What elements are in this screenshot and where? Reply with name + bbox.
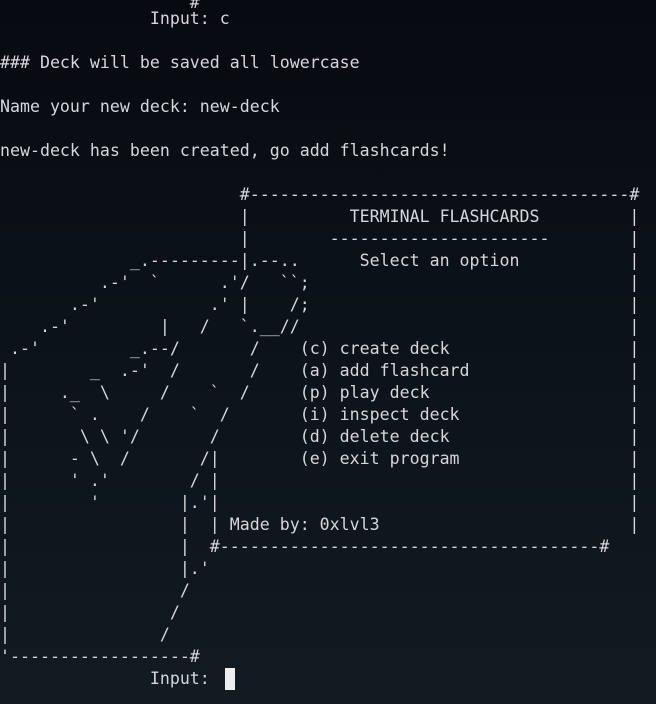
terminal-line: | ' .' / | |: [0, 471, 640, 490]
terminal-line: | ---------------------- |: [0, 229, 640, 248]
menu-title: | TERMINAL FLASHCARDS |: [0, 207, 640, 226]
text-cursor[interactable]: [225, 668, 235, 690]
terminal-line: | |.': [0, 559, 210, 578]
menu-border-top: #--------------------------------------#: [0, 185, 640, 204]
terminal-line: .-' .' | /; |: [0, 295, 640, 314]
menu-option-play-deck: | ._ \ / ` / (p) play deck |: [0, 383, 640, 402]
input-prompt[interactable]: Input:: [0, 668, 220, 690]
terminal-line: .-' ` .'/ ``; |: [0, 273, 640, 292]
terminal-line: .-' | / `.__// |: [0, 317, 640, 336]
menu-option-create-deck: .-' _.--/ / (c) create deck |: [0, 339, 640, 358]
terminal-line: Name your new deck: new-deck: [0, 97, 280, 116]
terminal-line: | /: [0, 625, 170, 644]
terminal-line: | /: [0, 603, 180, 622]
menu-option-inspect-deck: | ` . / ` / (i) inspect deck |: [0, 405, 640, 424]
terminal-line: | ' |.'| |: [0, 493, 640, 512]
terminal-line: _.---------|.--.. Select an option |: [0, 251, 640, 270]
menu-option-exit-program: | - \ / /| (e) exit program |: [0, 449, 640, 468]
terminal-line: Input: c: [0, 9, 230, 28]
made-by-credit: | | | Made by: 0xlvl3 |: [0, 515, 640, 534]
menu-border-bottom: | | #-----------------------------------…: [0, 537, 610, 556]
terminal-line: | /: [0, 581, 190, 600]
terminal-window[interactable]: # Input: c ### Deck will be saved all lo…: [0, 0, 656, 704]
menu-option-add-flashcard: | _ .-' / / (a) add flashcard |: [0, 361, 640, 380]
terminal-line: '------------------#: [0, 647, 200, 666]
menu-option-delete-deck: | \ \ '/ / (d) delete deck |: [0, 427, 640, 446]
terminal-line: new-deck has been created, go add flashc…: [0, 141, 450, 160]
terminal-line: ### Deck will be saved all lowercase: [0, 53, 360, 72]
